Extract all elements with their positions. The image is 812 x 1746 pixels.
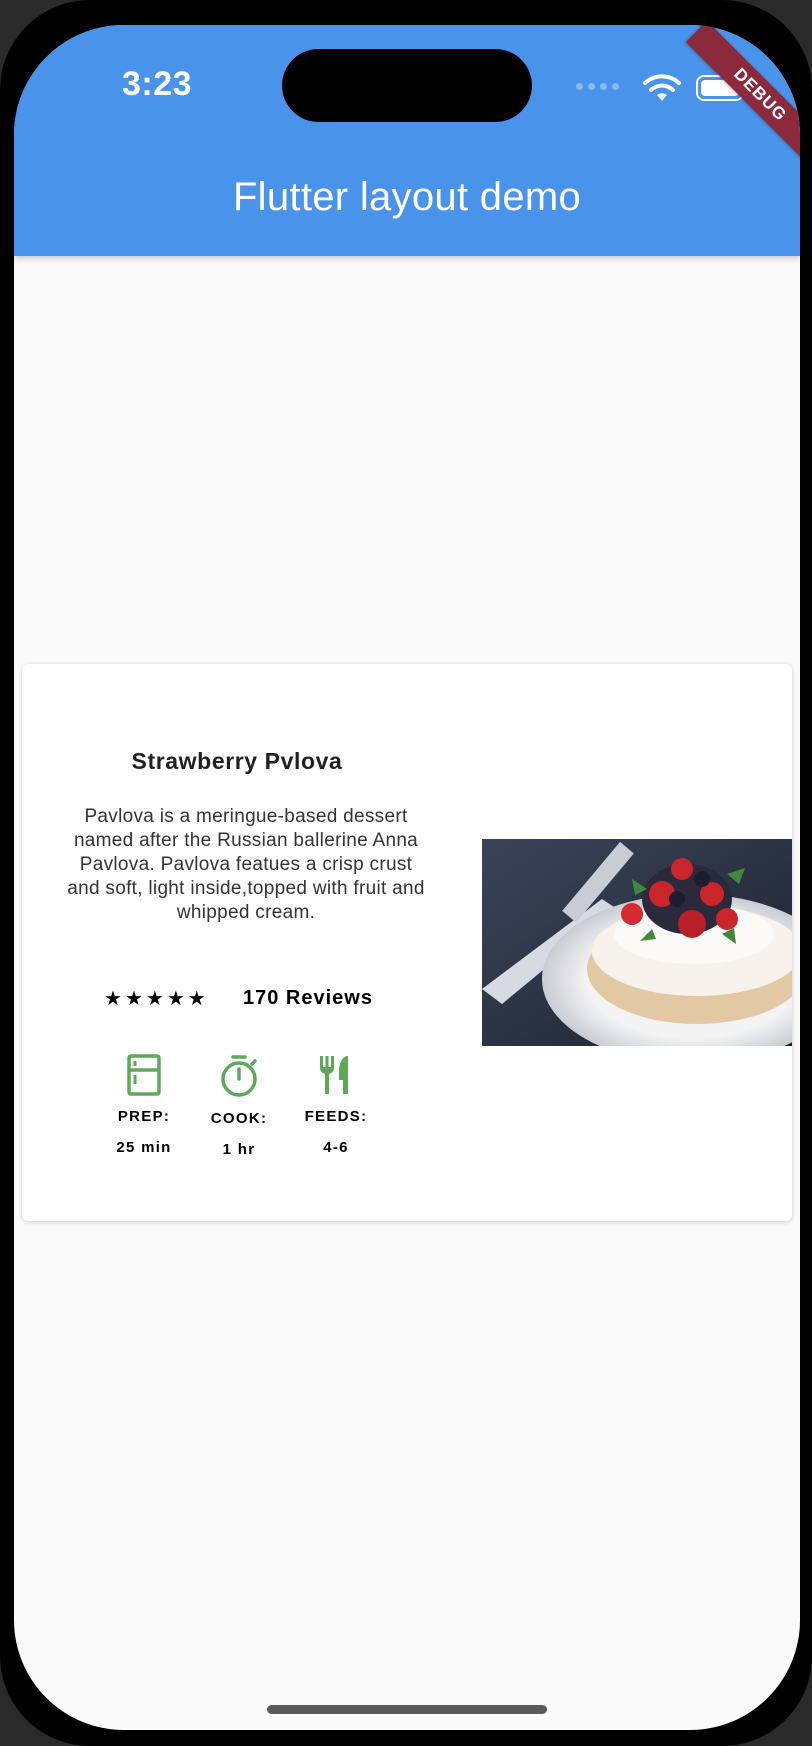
home-indicator[interactable] [267,1705,547,1714]
star-icon: ★ [145,988,164,1010]
info-label: FEEDS: [304,1108,368,1125]
info-value: 4-6 [323,1139,349,1156]
rating-stars: ★ ★ ★ ★ ★ [104,989,206,1009]
reviews-count: 170 Reviews [243,987,373,1009]
kitchen-icon [127,1054,161,1096]
info-prep: PREP: 25 min [94,1054,194,1156]
star-icon: ★ [166,988,185,1010]
wifi-icon [643,74,681,101]
info-label: COOK: [210,1110,268,1127]
recipe-description: Pavlova is a meringue-based dessert name… [67,806,425,923]
info-cook: COOK: 1 hr [189,1054,289,1158]
app-bar: 3:23 Flutter layout demo [14,25,800,256]
recipe-title: Strawberry Pvlova [131,748,343,774]
star-icon: ★ [124,988,143,1010]
timer-icon [221,1055,257,1097]
info-value: 25 min [116,1139,172,1156]
star-icon: ★ [104,988,122,1010]
app-screen: 3:23 Flutter layout demo DEBUG Strawberr… [14,25,800,1730]
restaurant-icon [319,1056,348,1094]
status-time: 3:23 [122,65,193,103]
star-icon: ★ [187,988,206,1010]
info-value: 1 hr [222,1141,256,1158]
info-feeds: FEEDS: 4-6 [286,1054,386,1156]
info-label: PREP: [117,1108,171,1125]
dynamic-island [282,49,532,122]
recipe-card: Strawberry Pvlova Pavlova is a meringue-… [22,664,792,1221]
cellular-signal-icon [576,83,619,90]
app-title: Flutter layout demo [232,175,582,219]
pavlova-image [482,839,792,1046]
